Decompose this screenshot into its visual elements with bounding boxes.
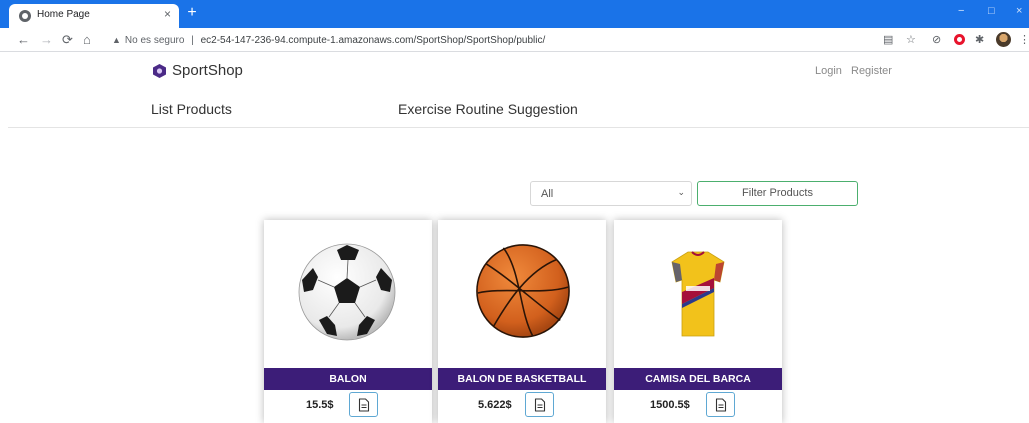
- back-icon[interactable]: ←: [17, 32, 30, 48]
- site-brand[interactable]: SportShop: [153, 62, 243, 79]
- category-select-value: All: [541, 188, 554, 200]
- profile-avatar[interactable]: [996, 32, 1011, 47]
- product-detail-button[interactable]: [525, 392, 554, 417]
- product-price: 1500.5$: [650, 399, 690, 411]
- browser-tab-strip: Home Page × + − □ ×: [0, 0, 1029, 28]
- header-divider: [8, 127, 1029, 128]
- product-title[interactable]: CAMISA DEL BARCA: [614, 368, 782, 390]
- security-warning-text: No es seguro: [124, 35, 185, 46]
- maximize-icon[interactable]: □: [988, 5, 995, 17]
- soccer-ball-image: [298, 243, 396, 341]
- jersey-image: [671, 251, 725, 337]
- extension-block-icon[interactable]: ⊘: [932, 33, 941, 47]
- opera-icon[interactable]: [954, 34, 965, 45]
- brand-name: SportShop: [172, 62, 243, 79]
- product-image[interactable]: [264, 220, 432, 368]
- product-image[interactable]: [614, 220, 782, 368]
- login-link[interactable]: Login: [815, 65, 842, 77]
- home-icon[interactable]: ⌂: [83, 32, 91, 48]
- url-separator: |: [191, 35, 194, 46]
- register-link[interactable]: Register: [851, 65, 892, 77]
- product-price: 15.5$: [306, 399, 334, 411]
- product-card: CAMISA DEL BARCA 1500.5$: [614, 220, 782, 423]
- product-card: BALON DE BASKETBALL 5.622$: [438, 220, 606, 423]
- address-bar[interactable]: ▲ No es seguro | ec2-54-147-236-94.comput…: [104, 31, 924, 49]
- tab-close-icon[interactable]: ×: [164, 7, 171, 21]
- document-icon: [358, 398, 370, 412]
- globe-icon: [19, 10, 31, 22]
- nav-list-products[interactable]: List Products: [151, 101, 232, 117]
- warning-icon: ▲: [112, 35, 121, 45]
- product-title[interactable]: BALON: [264, 368, 432, 390]
- menu-kebab-icon[interactable]: ⋮: [1019, 33, 1029, 47]
- nav-exercise-routine[interactable]: Exercise Routine Suggestion: [398, 101, 578, 117]
- close-window-icon[interactable]: ×: [1016, 5, 1022, 17]
- product-image[interactable]: [438, 220, 606, 368]
- document-icon: [534, 398, 546, 412]
- document-icon: [715, 398, 727, 412]
- filter-products-button[interactable]: Filter Products: [697, 181, 858, 206]
- translate-icon[interactable]: ▤: [883, 33, 893, 47]
- chevron-down-icon: ⌄: [677, 187, 685, 197]
- url-text: ec2-54-147-236-94.compute-1.amazonaws.co…: [200, 35, 546, 46]
- star-icon[interactable]: ☆: [906, 33, 916, 47]
- product-title[interactable]: BALON DE BASKETBALL: [438, 368, 606, 390]
- product-detail-button[interactable]: [349, 392, 378, 417]
- browser-toolbar: ← → ⟳ ⌂ ▲ No es seguro | ec2-54-147-236-9…: [0, 28, 1029, 52]
- product-detail-button[interactable]: [706, 392, 735, 417]
- forward-icon[interactable]: →: [40, 32, 53, 48]
- tab-title: Home Page: [37, 9, 90, 20]
- category-select[interactable]: All ⌄: [530, 181, 692, 206]
- minimize-icon[interactable]: −: [958, 5, 964, 17]
- browser-tab[interactable]: Home Page ×: [9, 4, 179, 28]
- product-card: BALON 15.5$: [264, 220, 432, 423]
- product-price: 5.622$: [478, 399, 512, 411]
- puzzle-icon[interactable]: ✱: [975, 33, 984, 47]
- new-tab-button[interactable]: +: [182, 3, 202, 23]
- brand-logo-icon: [153, 63, 166, 78]
- reload-icon[interactable]: ⟳: [62, 32, 73, 48]
- basketball-image: [476, 244, 570, 338]
